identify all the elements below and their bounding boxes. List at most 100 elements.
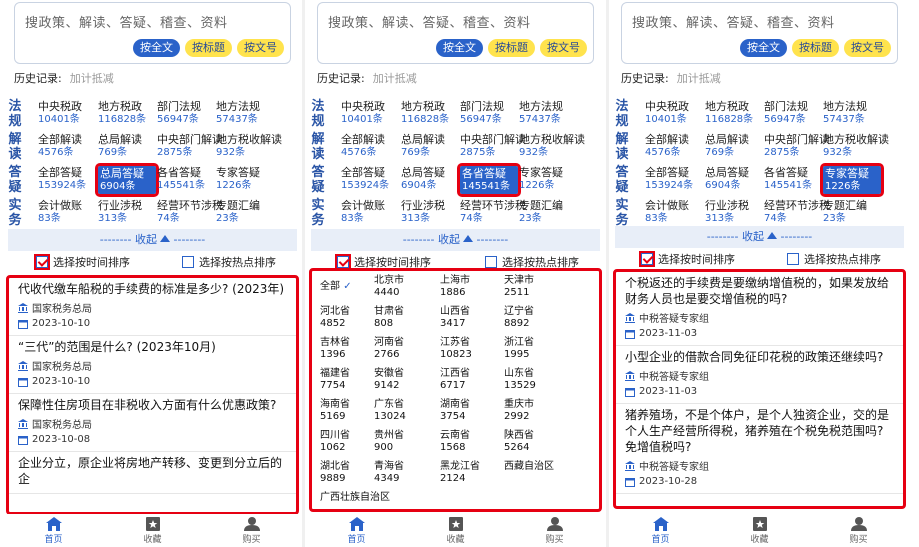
article-item[interactable]: 小型企业的借款合同免征印花税的政策还继续吗? 中税答疑专家组 2023-11-03 xyxy=(616,346,903,404)
category-item[interactable]: 中央税政 10401条 xyxy=(38,100,96,126)
collapse-button[interactable]: -------- 收起 -------- xyxy=(311,229,600,251)
region-item[interactable]: 天津市 2511 xyxy=(504,275,534,299)
article-title[interactable]: “三代”的范围是什么? (2023年10月) xyxy=(18,339,287,355)
category-item[interactable]: 总局解读 769条 xyxy=(98,133,156,159)
region-item[interactable]: 北京市 4440 xyxy=(374,275,404,299)
category-item[interactable]: 专家答疑 1226条 xyxy=(519,166,577,192)
category-item[interactable]: 总局答疑 6904条 xyxy=(95,163,159,197)
region-item[interactable]: 青海省 4349 xyxy=(374,461,404,485)
category-item[interactable]: 地方法规 57437条 xyxy=(216,100,274,126)
region-item[interactable]: 云南省 1568 xyxy=(440,430,470,454)
search-title-button[interactable]: 按标题 xyxy=(792,39,839,57)
sort-by-hot-option[interactable]: 选择按热点排序 xyxy=(787,251,881,267)
region-item[interactable]: 上海市 1886 xyxy=(440,275,470,299)
category-item[interactable]: 专题汇编 23条 xyxy=(216,199,274,225)
category-item[interactable]: 总局答疑 6904条 xyxy=(705,166,763,192)
region-item[interactable]: 湖南省 3754 xyxy=(440,399,470,423)
sort-by-time-option[interactable]: 选择按时间排序 xyxy=(639,251,735,267)
article-title[interactable]: 保障性住房项目在非税收入方面有什么优惠政策? xyxy=(18,397,287,413)
region-item[interactable]: 西藏自治区 xyxy=(504,461,554,473)
region-item[interactable]: 河北省 4852 xyxy=(320,306,350,330)
category-item[interactable]: 各省答疑 145541条 xyxy=(157,166,215,192)
nav-home[interactable]: 首页 xyxy=(24,516,84,545)
search-input[interactable]: 搜政策、解读、答疑、稽查、资料 xyxy=(25,12,228,31)
category-item[interactable]: 中央税政 10401条 xyxy=(645,100,703,126)
region-item[interactable]: 山西省 3417 xyxy=(440,306,470,330)
history-item[interactable]: 加计抵减 xyxy=(70,72,114,85)
nav-purchase[interactable]: 购买 xyxy=(829,516,889,545)
category-item[interactable]: 经营环节涉税 74条 xyxy=(157,199,223,225)
region-item[interactable]: 黑龙江省 2124 xyxy=(440,461,480,485)
checkbox-checked-icon[interactable] xyxy=(34,254,50,270)
search-input[interactable]: 搜政策、解读、答疑、稽查、资料 xyxy=(328,12,531,31)
search-title-button[interactable]: 按标题 xyxy=(488,39,535,57)
search-box[interactable]: 搜政策、解读、答疑、稽查、资料 按全文 按标题 按文号 xyxy=(14,2,291,64)
region-item[interactable]: 安徽省 9142 xyxy=(374,368,404,392)
search-title-button[interactable]: 按标题 xyxy=(185,39,232,57)
region-item[interactable]: 重庆市 2992 xyxy=(504,399,534,423)
category-item[interactable]: 经营环节涉税 74条 xyxy=(764,199,830,225)
category-item[interactable]: 专题汇编 23条 xyxy=(519,199,577,225)
search-box[interactable]: 搜政策、解读、答疑、稽查、资料 按全文 按标题 按文号 xyxy=(317,2,594,64)
article-title[interactable]: 猪养殖场，不是个体户，是个人独资企业，交的是个人生产经营所得税，猪养殖在个税免税… xyxy=(625,407,894,455)
category-item[interactable]: 会计做账 83条 xyxy=(341,199,399,225)
category-item[interactable]: 地方税收解读 932条 xyxy=(823,133,889,159)
category-item[interactable]: 全部答疑 153924条 xyxy=(645,166,703,192)
category-item[interactable]: 各省答疑 145541条 xyxy=(457,163,521,197)
history-item[interactable]: 加计抵减 xyxy=(677,72,721,85)
checkbox-checked-icon[interactable] xyxy=(335,254,351,270)
article-title[interactable]: 个税返还的手续费是要缴纳增值税的，如果发放给财务人员也是要交增值税的吗? xyxy=(625,275,894,307)
nav-favorites[interactable]: 收藏 xyxy=(426,516,486,545)
nav-home[interactable]: 首页 xyxy=(631,516,691,545)
search-full-text-button[interactable]: 按全文 xyxy=(133,39,180,57)
category-item[interactable]: 全部解读 4576条 xyxy=(341,133,399,159)
checkbox-icon[interactable] xyxy=(485,256,497,268)
region-item[interactable]: 吉林省 1396 xyxy=(320,337,350,361)
region-item[interactable]: 甘肃省 808 xyxy=(374,306,404,330)
nav-purchase[interactable]: 购买 xyxy=(525,516,585,545)
category-item[interactable]: 地方税收解读 932条 xyxy=(216,133,282,159)
category-item[interactable]: 地方税政 116828条 xyxy=(705,100,763,126)
search-docno-button[interactable]: 按文号 xyxy=(237,39,284,57)
checkbox-icon[interactable] xyxy=(182,256,194,268)
search-box[interactable]: 搜政策、解读、答疑、稽查、资料 按全文 按标题 按文号 xyxy=(621,2,898,64)
category-item[interactable]: 全部解读 4576条 xyxy=(645,133,703,159)
nav-favorites[interactable]: 收藏 xyxy=(123,516,183,545)
category-item[interactable]: 行业涉税 313条 xyxy=(401,199,459,225)
category-item[interactable]: 会计做账 83条 xyxy=(645,199,703,225)
search-full-text-button[interactable]: 按全文 xyxy=(740,39,787,57)
category-item[interactable]: 各省答疑 145541条 xyxy=(764,166,822,192)
category-item[interactable]: 中央部门解读 2875条 xyxy=(157,133,223,159)
region-item[interactable]: 江西省 6717 xyxy=(440,368,470,392)
article-title[interactable]: 企业分立，原企业将房地产转移、变更到分立后的企 xyxy=(18,455,287,487)
category-item[interactable]: 地方税收解读 932条 xyxy=(519,133,585,159)
category-item[interactable]: 总局答疑 6904条 xyxy=(401,166,459,192)
region-item[interactable]: 陕西省 5264 xyxy=(504,430,534,454)
nav-home[interactable]: 首页 xyxy=(327,516,387,545)
article-item[interactable]: 代收代缴车船税的手续费的标准是多少? (2023年) 国家税务总局 2023-10-… xyxy=(9,278,296,336)
article-title[interactable]: 小型企业的借款合同免征印花税的政策还继续吗? xyxy=(625,349,894,365)
region-item[interactable]: 广西壮族自治区 xyxy=(320,492,390,504)
history-item[interactable]: 加计抵减 xyxy=(373,72,417,85)
category-item[interactable]: 中央部门解读 2875条 xyxy=(764,133,830,159)
category-item[interactable]: 部门法规 56947条 xyxy=(764,100,822,126)
article-item[interactable]: 猪养殖场，不是个体户，是个人独资企业，交的是个人生产经营所得税，猪养殖在个税免税… xyxy=(616,404,903,494)
category-item[interactable]: 专家答疑 1226条 xyxy=(216,166,274,192)
region-item[interactable]: 福建省 7754 xyxy=(320,368,350,392)
category-item[interactable]: 地方税政 116828条 xyxy=(98,100,156,126)
region-item[interactable]: 广东省 13024 xyxy=(374,399,406,423)
region-item[interactable]: 湖北省 9889 xyxy=(320,461,350,485)
category-item[interactable]: 中央部门解读 2875条 xyxy=(460,133,526,159)
checkbox-icon[interactable] xyxy=(787,253,799,265)
collapse-button[interactable]: -------- 收起 -------- xyxy=(615,226,904,248)
category-item[interactable]: 行业涉税 313条 xyxy=(98,199,156,225)
category-item[interactable]: 总局解读 769条 xyxy=(401,133,459,159)
category-item[interactable]: 会计做账 83条 xyxy=(38,199,96,225)
region-item[interactable]: 山东省 13529 xyxy=(504,368,536,392)
collapse-button[interactable]: -------- 收起 -------- xyxy=(8,229,297,251)
search-docno-button[interactable]: 按文号 xyxy=(844,39,891,57)
category-item[interactable]: 专家答疑 1226条 xyxy=(820,163,884,197)
category-item[interactable]: 经营环节涉税 74条 xyxy=(460,199,526,225)
category-item[interactable]: 部门法规 56947条 xyxy=(460,100,518,126)
region-item[interactable]: 贵州省 900 xyxy=(374,430,404,454)
